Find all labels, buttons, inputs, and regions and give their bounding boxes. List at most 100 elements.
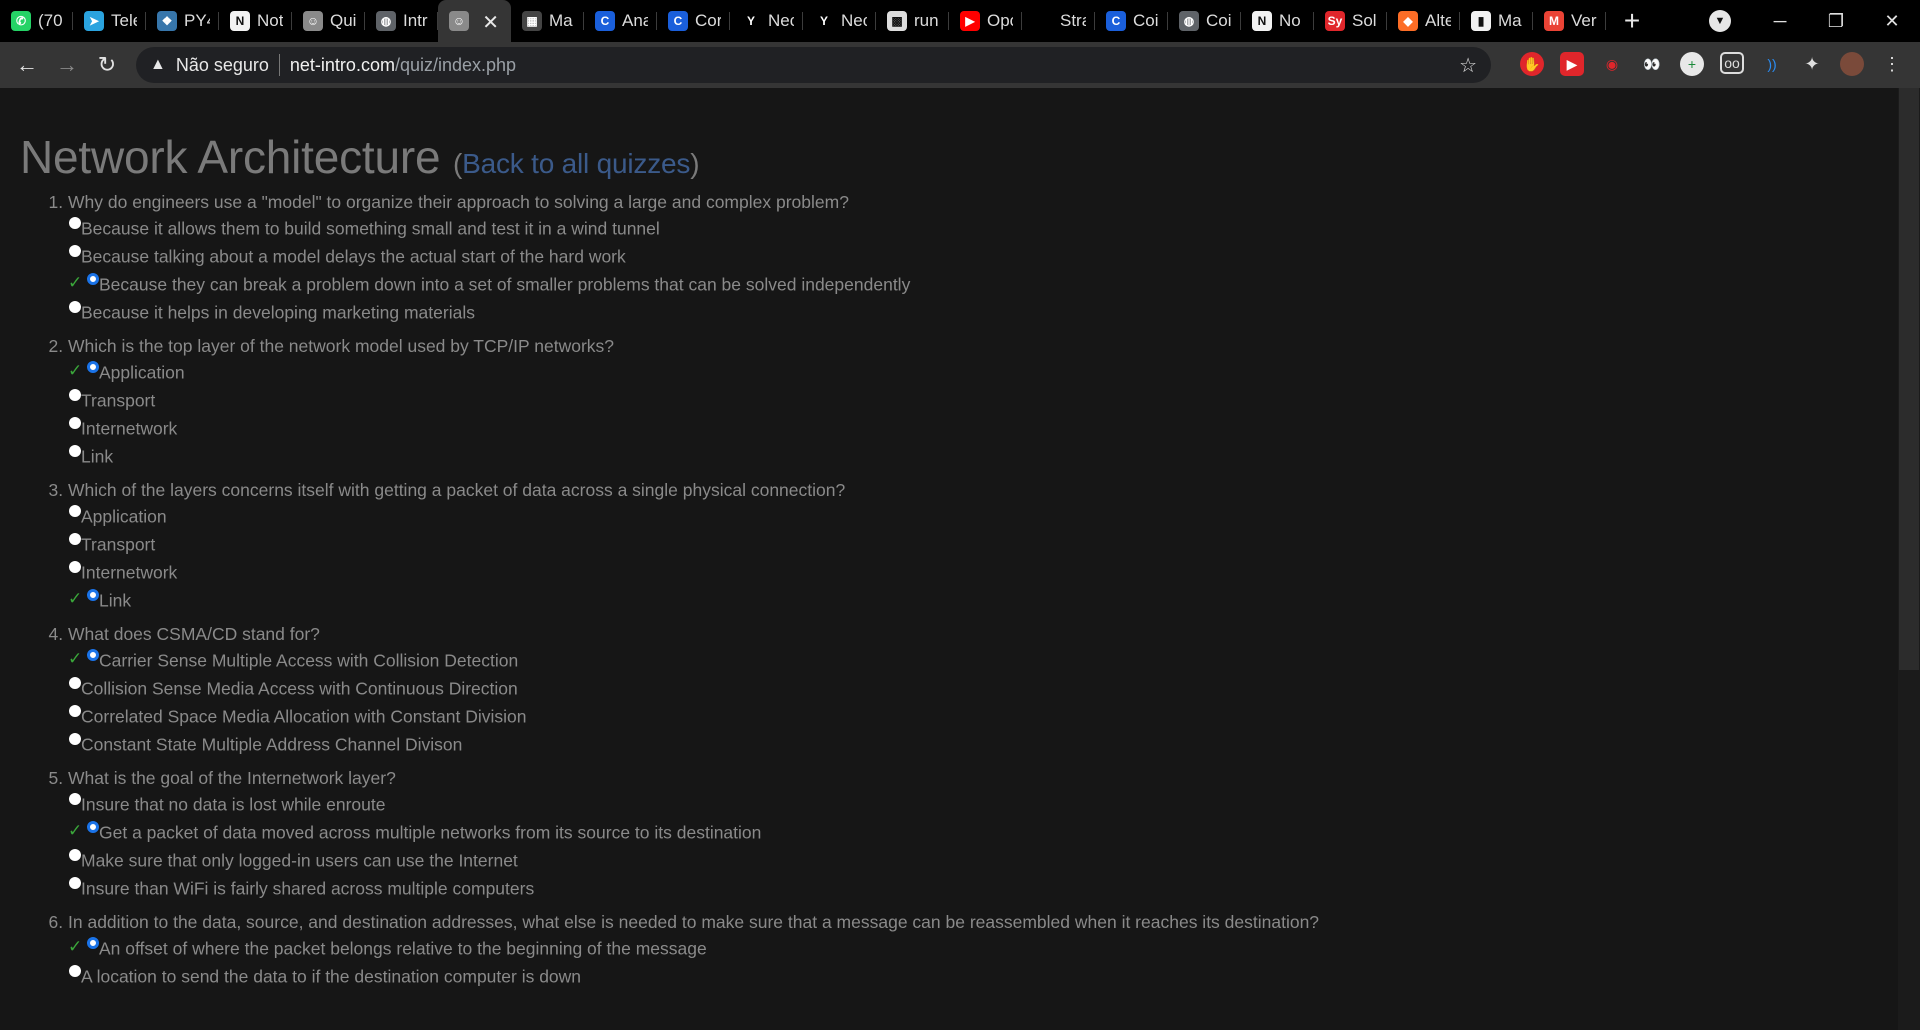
browser-tab[interactable]: ◍ Intr [365, 0, 438, 42]
answer-radio[interactable] [87, 937, 99, 950]
answer-option[interactable]: A location to send the data to if the de… [68, 961, 1319, 989]
reload-button[interactable]: ↻ [87, 45, 127, 85]
film-icon: ▦ [522, 11, 542, 31]
browser-tab[interactable]: ☺ Qui [292, 0, 365, 42]
browser-tab[interactable]: C Coi [1095, 0, 1168, 42]
browser-tab[interactable]: N Not [219, 0, 292, 42]
answer-radio[interactable] [69, 217, 81, 230]
restore-button[interactable]: ❐ [1808, 0, 1864, 42]
warning-icon[interactable]: ▲ [150, 56, 166, 74]
browser-tab[interactable]: M Ver [1533, 0, 1606, 42]
extension-eyes-icon[interactable]: 👀 [1640, 52, 1664, 76]
whatsapp-icon: ✆ [11, 11, 31, 31]
browser-tab[interactable]: Y Nec [730, 0, 803, 42]
back-to-all-quizzes-link[interactable]: Back to all quizzes [462, 148, 690, 179]
browser-tab[interactable]: ◍ Coi [1168, 0, 1241, 42]
answer-option[interactable]: Insure than WiFi is fairly shared across… [68, 873, 1319, 901]
answer-radio[interactable] [87, 361, 99, 374]
answer-option[interactable]: Transport [68, 529, 1319, 557]
minimize-button[interactable]: ─ [1752, 0, 1808, 42]
browser-tab[interactable]: C Cor [657, 0, 730, 42]
answer-radio[interactable] [69, 389, 81, 402]
answer-radio[interactable] [69, 245, 81, 258]
answer-option[interactable]: Internetwork [68, 557, 1319, 585]
answer-radio[interactable] [69, 533, 81, 546]
extension-reader-icon[interactable]: oo [1720, 52, 1744, 74]
answer-label: Constant State Multiple Address Channel … [81, 734, 463, 755]
answer-option[interactable]: Insure that no data is lost while enrout… [68, 789, 1319, 817]
answer-option[interactable]: ✓ An offset of where the packet belongs r… [68, 933, 1319, 961]
python-icon: ❖ [157, 11, 177, 31]
answer-radio[interactable] [69, 705, 81, 718]
menu-kebab-icon[interactable]: ⋮ [1880, 52, 1904, 76]
tab-title: Ma [1498, 11, 1522, 30]
extension-waves-icon[interactable]: )) [1760, 52, 1784, 76]
browser-tab[interactable]: ▦ Ma [511, 0, 584, 42]
answer-radio[interactable] [69, 677, 81, 690]
browser-tab[interactable]: ▩ run [876, 0, 949, 42]
browser-tab[interactable]: Stra [1022, 0, 1095, 42]
tab-search-icon[interactable]: ▼ [1709, 10, 1731, 32]
browser-tab[interactable]: C Ana [584, 0, 657, 42]
answer-radio[interactable] [87, 649, 99, 662]
answer-option[interactable]: Collision Sense Media Access with Contin… [68, 673, 1319, 701]
forward-button[interactable]: → [47, 45, 87, 85]
notion-icon: N [1252, 11, 1272, 31]
answer-radio[interactable] [87, 273, 99, 286]
answer-option[interactable]: ✓ Get a packet of data moved across multi… [68, 817, 1319, 845]
answer-radio[interactable] [69, 965, 81, 978]
answer-option[interactable]: Because talking about a model delays the… [68, 241, 1319, 269]
answer-radio[interactable] [69, 561, 81, 574]
answer-option[interactable]: Make sure that only logged-in users can … [68, 845, 1319, 873]
answer-radio[interactable] [69, 301, 81, 314]
browser-tab[interactable]: ☺ ✕ [438, 0, 511, 42]
answer-radio[interactable] [69, 793, 81, 806]
question-text: Which of the layers concerns itself with… [68, 480, 846, 500]
answer-option[interactable]: Constant State Multiple Address Channel … [68, 729, 1319, 757]
answer-option[interactable]: Application [68, 501, 1319, 529]
answer-radio[interactable] [69, 733, 81, 746]
answer-option[interactable]: Internetwork [68, 413, 1319, 441]
answer-radio[interactable] [69, 417, 81, 430]
browser-tab[interactable]: ▶ Opc [949, 0, 1022, 42]
answer-option[interactable]: Correlated Space Media Allocation with C… [68, 701, 1319, 729]
answer-radio[interactable] [87, 589, 99, 602]
browser-tab[interactable]: ✆ (70 [0, 0, 73, 42]
answer-option[interactable]: Because it allows them to build somethin… [68, 213, 1319, 241]
browser-tab[interactable]: ▮ Ma [1460, 0, 1533, 42]
answer-option[interactable]: ✓ Link [68, 585, 1319, 613]
answer-option[interactable]: Link [68, 441, 1319, 469]
address-bar[interactable]: ▲ Não seguro net-intro.com/quiz/index.ph… [136, 47, 1491, 83]
back-button[interactable]: ← [7, 45, 47, 85]
answer-radio[interactable] [69, 445, 81, 458]
browser-tab[interactable]: ❖ PY4 [146, 0, 219, 42]
answer-radio[interactable] [69, 505, 81, 518]
browser-tab[interactable]: ➤ Tele [73, 0, 146, 42]
extension-hand-icon[interactable]: ✋ [1520, 52, 1544, 76]
scrollbar-thumb[interactable] [1899, 88, 1919, 670]
browser-tab[interactable]: Y Nec [803, 0, 876, 42]
answer-option[interactable]: Because it helps in developing marketing… [68, 297, 1319, 325]
bookmark-star-icon[interactable]: ☆ [1459, 53, 1477, 78]
extension-play-icon[interactable]: ▶ [1560, 52, 1584, 76]
answer-option[interactable]: ✓ Application [68, 357, 1319, 385]
security-label[interactable]: Não seguro [176, 55, 269, 76]
answer-radio[interactable] [69, 877, 81, 890]
answer-radio[interactable] [69, 849, 81, 862]
answer-option[interactable]: Transport [68, 385, 1319, 413]
close-tab-icon[interactable]: ✕ [482, 10, 499, 35]
quiz-question: Which of the layers concerns itself with… [68, 479, 1319, 613]
answer-radio[interactable] [87, 821, 99, 834]
browser-tab[interactable]: ◆ Alte [1387, 0, 1460, 42]
avatar-icon: ☺ [303, 11, 323, 31]
browser-tab[interactable]: N No [1241, 0, 1314, 42]
extension-lips-icon[interactable]: ◉ [1600, 52, 1624, 76]
profile-avatar[interactable] [1840, 52, 1864, 76]
new-tab-button[interactable]: + [1606, 0, 1658, 42]
extensions-puzzle-icon[interactable]: ✦ [1800, 52, 1824, 76]
answer-option[interactable]: ✓ Because they can break a problem down i… [68, 269, 1319, 297]
browser-tab[interactable]: Sy Sol [1314, 0, 1387, 42]
close-window-button[interactable]: ✕ [1864, 0, 1920, 42]
extension-plus-icon[interactable]: + [1680, 52, 1704, 76]
answer-option[interactable]: ✓ Carrier Sense Multiple Access with Coll… [68, 645, 1319, 673]
